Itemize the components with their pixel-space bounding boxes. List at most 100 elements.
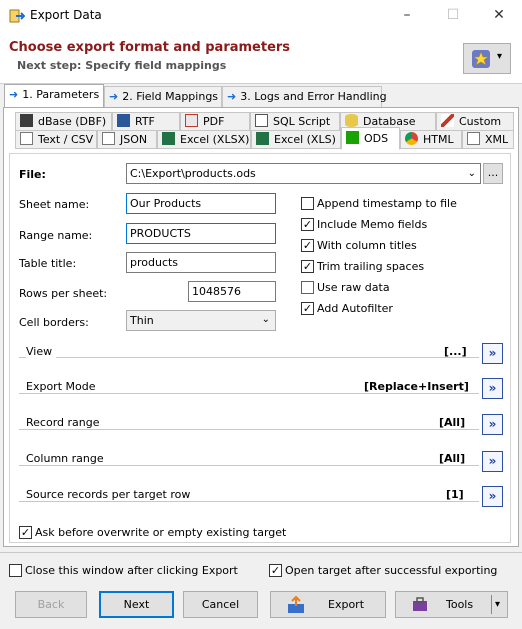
chevron-down-icon: ▾ — [495, 599, 501, 610]
back-button[interactable]: Back — [15, 591, 87, 618]
cell-borders-label: Cell borders: — [19, 316, 89, 329]
record-range-button[interactable]: » — [482, 414, 503, 435]
favorites-button[interactable]: ▾ — [463, 43, 511, 74]
tab-label: dBase (DBF) — [38, 115, 107, 128]
column-titles-label: With column titles — [317, 239, 417, 252]
tab-label: Excel (XLS) — [274, 133, 336, 146]
tab-excel-xlsx[interactable]: Excel (XLSX) — [157, 130, 251, 149]
section-divider — [19, 429, 479, 430]
include-memo-checkbox[interactable]: ✓ — [301, 218, 314, 231]
table-title-input[interactable]: products — [126, 252, 276, 273]
pen-icon — [441, 114, 454, 127]
sql-script-icon — [255, 114, 268, 127]
tab-sql-script[interactable]: SQL Script — [250, 112, 340, 131]
excel-icon — [162, 132, 175, 145]
cancel-button[interactable]: Cancel — [183, 591, 258, 618]
minimize-button[interactable]: – — [384, 0, 430, 31]
database-icon — [345, 114, 358, 127]
file-label: File: — [19, 168, 46, 181]
trim-spaces-checkbox[interactable]: ✓ — [301, 260, 314, 273]
rows-per-sheet-input[interactable]: 1048576 — [188, 281, 276, 302]
close-after-export-label: Close this window after clicking Export — [25, 564, 238, 577]
column-range-button[interactable]: » — [482, 451, 503, 472]
export-label: Export — [328, 598, 365, 611]
maximize-button[interactable]: ☐ — [430, 0, 476, 31]
tab-label: Custom — [459, 115, 502, 128]
tab-label: Excel (XLSX) — [180, 133, 250, 146]
view-section-button[interactable]: » — [482, 343, 503, 364]
toolbox-icon — [413, 597, 427, 611]
records-per-row-button[interactable]: » — [482, 486, 503, 507]
export-icon — [288, 596, 304, 613]
chevron-down-icon: ▾ — [497, 51, 503, 62]
page-title: Choose export format and parameters — [9, 40, 291, 55]
column-titles-checkbox[interactable]: ✓ — [301, 239, 314, 252]
tab-label: HTML — [423, 133, 454, 146]
file-path-combo[interactable]: C:\Export\products.ods ⌄ — [126, 163, 481, 184]
records-per-row-label: Source records per target row — [26, 488, 195, 501]
tab-label: JSON — [120, 133, 148, 146]
record-range-value: [All] — [439, 416, 466, 429]
include-memo-label: Include Memo fields — [317, 218, 428, 231]
tools-button[interactable]: Tools ▾ — [395, 591, 508, 618]
autofilter-checkbox[interactable]: ✓ — [301, 302, 314, 315]
export-button[interactable]: Export — [270, 591, 386, 618]
append-timestamp-checkbox[interactable] — [301, 197, 314, 210]
tab-html[interactable]: HTML — [400, 130, 462, 149]
open-target-label: Open target after successful exporting — [285, 564, 498, 577]
tab-label: RTF — [135, 115, 155, 128]
table-title-label: Table title: — [19, 257, 77, 270]
export-mode-label: Export Mode — [26, 380, 100, 393]
cell-borders-select[interactable]: Thin ⌄ — [126, 310, 276, 331]
chevron-down-icon: ⌄ — [261, 314, 270, 325]
export-app-icon — [9, 9, 25, 23]
tab-dbase[interactable]: dBase (DBF) — [15, 112, 112, 131]
tab-pdf[interactable]: PDF — [180, 112, 250, 131]
ask-overwrite-checkbox[interactable]: ✓ — [19, 526, 32, 539]
open-target-checkbox[interactable]: ✓ — [269, 564, 282, 577]
close-after-export-checkbox[interactable] — [9, 564, 22, 577]
column-range-value: [All] — [439, 452, 466, 465]
tab-field-mappings[interactable]: ➜ 2. Field Mappings — [104, 86, 222, 107]
section-divider — [19, 357, 479, 358]
dbase-icon — [20, 114, 33, 127]
split-divider — [491, 595, 492, 614]
tab-label: 3. Logs and Error Handling — [240, 90, 387, 103]
range-name-input[interactable]: PRODUCTS — [126, 223, 276, 244]
tab-json[interactable]: JSON — [97, 130, 157, 149]
view-section-value: [...] — [444, 345, 467, 358]
trim-spaces-label: Trim trailing spaces — [317, 260, 425, 273]
section-divider — [19, 501, 479, 502]
tab-excel-xls[interactable]: Excel (XLS) — [251, 130, 341, 149]
arrow-right-icon: ➜ — [9, 88, 19, 101]
tab-logs-error-handling[interactable]: ➜ 3. Logs and Error Handling — [222, 86, 387, 107]
tab-rtf[interactable]: RTF — [112, 112, 180, 131]
arrow-right-icon: ➜ — [109, 90, 119, 103]
ask-overwrite-label: Ask before overwrite or empty existing t… — [35, 526, 287, 539]
tab-label: SQL Script — [273, 115, 331, 128]
export-mode-value: [Replace+Insert] — [364, 380, 469, 393]
tab-label: Text / CSV — [38, 133, 94, 146]
range-name-label: Range name: — [19, 229, 93, 242]
tab-label: PDF — [203, 115, 225, 128]
next-button[interactable]: Next — [99, 591, 174, 618]
sheet-name-input[interactable]: Our Products — [126, 193, 276, 214]
star-icon — [472, 50, 490, 68]
tab-xml[interactable]: XML — [462, 130, 514, 149]
export-mode-button[interactable]: » — [482, 378, 503, 399]
arrow-right-icon: ➜ — [227, 90, 237, 103]
browse-button[interactable]: ... — [483, 163, 503, 184]
json-icon — [102, 132, 115, 145]
tab-label: 2. Field Mappings — [122, 90, 219, 103]
records-per-row-value: [1] — [446, 488, 464, 501]
word-icon — [117, 114, 130, 127]
tab-text-csv[interactable]: Text / CSV — [15, 130, 97, 149]
file-path-value: C:\Export\products.ods — [130, 167, 256, 180]
tab-custom[interactable]: Custom — [436, 112, 514, 131]
raw-data-checkbox[interactable] — [301, 281, 314, 294]
pdf-icon — [185, 114, 198, 127]
view-section-label: View — [26, 345, 57, 358]
tab-ods[interactable]: ODS — [341, 127, 400, 150]
tab-parameters[interactable]: ➜ 1. Parameters — [4, 84, 104, 108]
close-button[interactable]: ✕ — [476, 0, 522, 31]
